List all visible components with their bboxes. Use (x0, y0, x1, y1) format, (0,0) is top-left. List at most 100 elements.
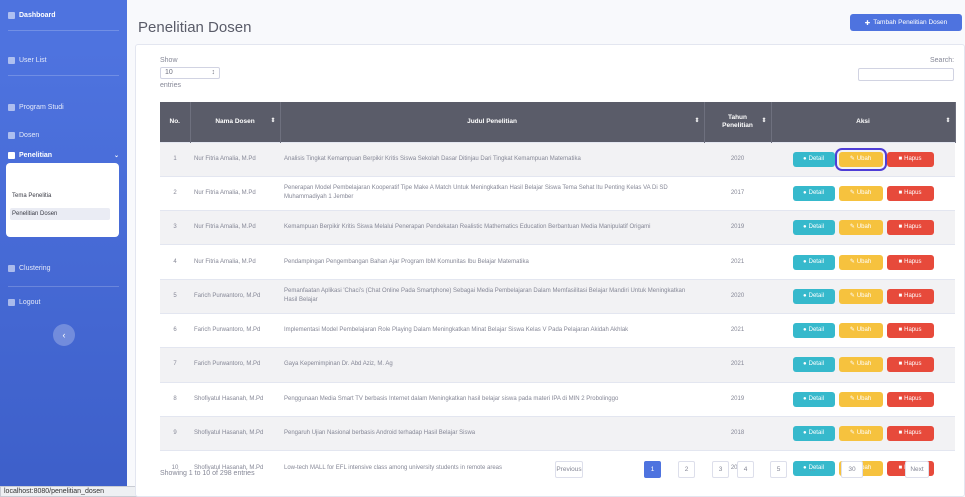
trash-icon: ■ (898, 395, 903, 402)
detail-button[interactable]: ● Detail (792, 357, 835, 373)
sidebar-item-logout[interactable]: Logout (8, 299, 40, 306)
pagination-next[interactable]: Next (905, 461, 929, 478)
edit-button[interactable]: ✎Ubah (834, 147, 887, 171)
cell-judul-penelitian: Penerapan Model Pembelajaran Kooperatif … (280, 175, 704, 211)
delete-label: Hapus (904, 327, 922, 334)
delete-button[interactable]: ■Hapus (886, 357, 934, 373)
delete-button[interactable]: ■Hapus (886, 185, 934, 201)
edit-button[interactable]: ✎Ubah (838, 391, 883, 407)
sidebar: Dashboard User List Program Studi Dosen … (0, 0, 127, 497)
cell-judul-penelitian: Kemampuan Berpikir Kritis Siswa Melalui … (280, 210, 704, 245)
info-circle-icon: ● (803, 224, 807, 231)
cell-aksi: ●Detail✎Ubah■Hapus (771, 415, 955, 451)
delete-label: Hapus (904, 258, 922, 265)
sidebar-divider (8, 30, 119, 31)
detail-label: Detail (808, 258, 824, 265)
pagination-page-5[interactable]: 5 (770, 461, 787, 478)
edit-button[interactable]: ✎Ubah (838, 357, 883, 373)
delete-button[interactable]: ■Hapus (886, 391, 934, 407)
trash-icon: ■ (898, 292, 903, 299)
detail-button[interactable]: ● Detail (792, 254, 835, 270)
sidebar-subitem-tema-penelitian[interactable]: Tema Penelitia (10, 190, 110, 202)
cell-aksi: ●Detail✎Ubah■Hapus (771, 278, 955, 314)
edit-label: Ubah (856, 258, 872, 265)
sidebar-toggle-button[interactable]: ‹ (53, 324, 75, 346)
header-judul-penelitian[interactable]: Judul Penelitian ⇕ (280, 102, 705, 142)
detail-button[interactable]: ● Detail (792, 220, 835, 236)
detail-button[interactable]: ● Detail (792, 323, 835, 339)
sidebar-item-penelitian[interactable]: Penelitian ⌄ (8, 152, 119, 159)
cell-nama-dosen: Nur Fitria Amalia, M.Pd (190, 244, 280, 280)
detail-button[interactable]: ● Detail (792, 391, 835, 407)
pagination-page-4[interactable]: 4 (737, 461, 754, 478)
cell-nama-dosen: Shofiyatul Hasanah, M.Pd (190, 450, 280, 485)
pagination-page-1[interactable]: 1 (644, 461, 661, 478)
edit-button[interactable]: ✎Ubah (838, 220, 883, 236)
edit-button[interactable]: ✎Ubah (838, 254, 883, 270)
sidebar-item-label: Clustering (19, 265, 51, 272)
cell-tahun: 2017 (704, 175, 771, 211)
sidebar-subitem-penelitian-dosen[interactable]: Penelitian Dosen (10, 208, 110, 220)
header-aksi[interactable]: Aksi ⇕ (771, 102, 956, 142)
table-row: 4 Nur Fitria Amalia, M.Pd Pendampingan Pen… (160, 244, 955, 280)
pagination-previous[interactable]: Previous (555, 461, 583, 478)
delete-button[interactable]: ■Hapus (886, 426, 934, 442)
header-tahun-penelitian[interactable]: Tahun Penelitian ⇕ (704, 102, 772, 142)
cell-tahun: 2020 (704, 278, 771, 314)
cell-tahun: 2020 (704, 141, 771, 177)
delete-button[interactable]: ■Hapus (886, 323, 934, 339)
detail-button[interactable]: ● Detail (792, 288, 835, 304)
table-row: 5 Farich Purwantoro, M.Pd Pemanfaatan Apli… (160, 278, 955, 314)
sort-icon: ⇕ (945, 118, 951, 124)
delete-label: Hapus (904, 395, 922, 402)
detail-button[interactable]: ● Detail (792, 151, 835, 167)
add-penelitian-button[interactable]: ✚ Tambah Penelitian Dosen (850, 14, 962, 31)
cell-nama-dosen: Farich Purwantoro, M.Pd (190, 347, 280, 383)
detail-button[interactable]: ● Detail (792, 426, 835, 442)
cell-tahun: 2019 (704, 381, 771, 417)
chevron-left-icon: ‹ (62, 330, 66, 340)
info-circle-icon: ● (803, 395, 807, 402)
cell-no: 10 (160, 450, 190, 485)
delete-button[interactable]: ■Hapus (886, 254, 934, 270)
sidebar-item-clustering[interactable]: Clustering (8, 265, 51, 272)
trash-icon: ■ (898, 258, 903, 265)
sidebar-item-dosen[interactable]: Dosen (8, 132, 39, 139)
info-circle-icon: ● (803, 155, 807, 162)
pagination-page-2[interactable]: 2 (678, 461, 695, 478)
pagination-page-30[interactable]: 30 (841, 461, 863, 478)
edit-button[interactable]: ✎Ubah (838, 288, 883, 304)
status-url-tooltip: localhost:8080/penelitian_dosen (0, 486, 153, 497)
detail-label: Detail (808, 292, 824, 299)
page-length-select[interactable]: 10 ↕ (160, 67, 220, 79)
pagination-page-3[interactable]: 3 (712, 461, 729, 478)
cell-nama-dosen: Shofiyatul Hasanah, M.Pd (190, 415, 280, 451)
edit-icon: ✎ (849, 155, 855, 162)
header-nama-dosen[interactable]: Nama Dosen ⇕ (190, 102, 281, 142)
edit-icon: ✎ (849, 361, 855, 368)
delete-button[interactable]: ■Hapus (886, 220, 934, 236)
sidebar-item-dashboard[interactable]: Dashboard (8, 12, 56, 19)
trash-icon: ■ (898, 224, 903, 231)
info-circle-icon: ● (803, 361, 807, 368)
cell-tahun: 2019 (704, 210, 771, 245)
cell-nama-dosen: Shofiyatul Hasanah, M.Pd (190, 381, 280, 417)
search-input[interactable] (858, 68, 954, 81)
edit-button[interactable]: ✎Ubah (838, 323, 883, 339)
sidebar-item-user-list[interactable]: User List (8, 57, 47, 64)
sidebar-divider (8, 286, 119, 287)
trash-icon: ■ (898, 327, 903, 334)
sidebar-item-program-studi[interactable]: Program Studi (8, 104, 64, 111)
cell-no: 4 (160, 244, 190, 280)
sidebar-item-label: Penelitian (19, 152, 53, 159)
delete-button[interactable]: ■Hapus (886, 151, 934, 167)
delete-button[interactable]: ■Hapus (886, 288, 934, 304)
detail-button[interactable]: ● Detail (792, 185, 835, 201)
header-no[interactable]: No. (160, 102, 191, 142)
edit-button[interactable]: ✎Ubah (838, 426, 883, 442)
edit-button[interactable]: ✎Ubah (838, 185, 883, 201)
trash-icon: ■ (898, 361, 903, 368)
detail-label: Detail (808, 430, 824, 437)
cell-aksi: ●Detail✎Ubah■Hapus (771, 347, 955, 383)
sidebar-item-label: Dashboard (19, 12, 56, 19)
